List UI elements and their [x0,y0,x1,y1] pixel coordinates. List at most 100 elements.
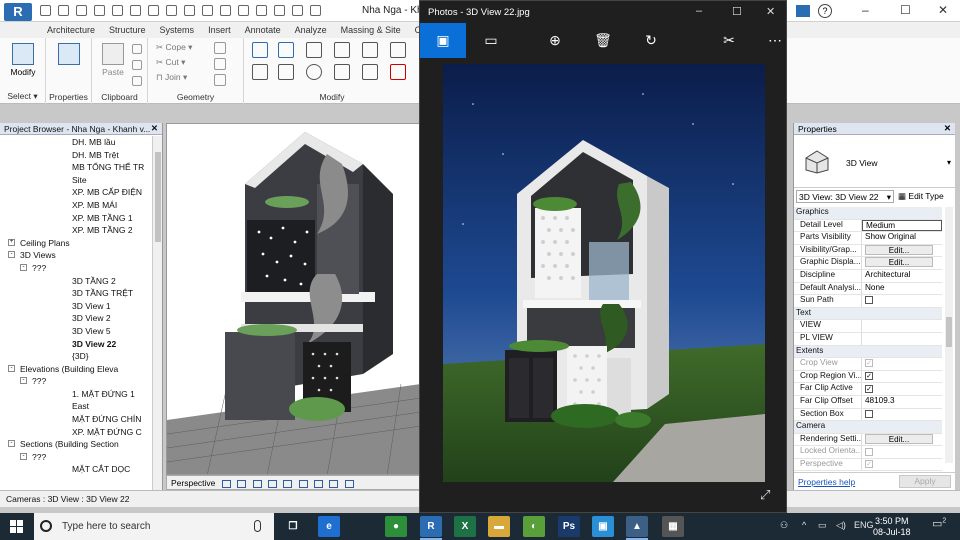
property-checkbox[interactable] [865,372,873,381]
reveal-hidden-icon[interactable] [344,479,354,488]
render-icon[interactable] [267,479,277,488]
instance-selector[interactable]: 3D View: 3D View 22 ▾ [796,190,894,203]
browser-item[interactable]: Site [0,174,152,187]
crop-icon[interactable] [283,479,293,488]
browser-item[interactable]: -??? [0,451,152,464]
revit-icon[interactable]: R [420,516,442,540]
browser-scrollbar[interactable] [152,136,162,490]
edge-icon[interactable]: e [318,516,340,537]
properties-help-link[interactable]: Properties help [798,477,855,487]
move-icon[interactable] [252,64,268,80]
split-face-icon[interactable] [214,58,226,70]
browser-item[interactable]: MB TỔNG THỂ TR [0,161,152,174]
property-checkbox[interactable] [865,384,873,393]
rendered-image[interactable] [443,64,765,482]
browser-item[interactable]: -??? [0,262,152,275]
property-checkbox[interactable] [865,409,873,418]
tab-analyze[interactable]: Analyze [288,22,334,38]
chrome-icon[interactable]: ● [385,516,407,537]
close-browser-icon[interactable]: ✕ [151,123,158,134]
browser-item[interactable]: XP. MB CẤP ĐIỆN [0,186,152,199]
browser-item[interactable]: 3D View 22 [0,338,152,351]
revit-app-icon[interactable]: R [4,3,32,21]
property-checkbox-cell[interactable] [862,295,942,307]
section-icon[interactable] [238,5,249,16]
property-value[interactable]: Show Original [862,232,942,244]
revit-3d-viewport[interactable] [166,123,420,475]
undo-icon[interactable] [94,5,105,16]
dimension-icon[interactable] [166,5,177,16]
cope-button[interactable]: ✂ Cope ▾ [156,42,192,53]
switch-windows-icon[interactable] [292,5,303,16]
wall-joins-icon[interactable] [214,42,226,54]
apply-button[interactable]: Apply [899,475,951,488]
select-group-label[interactable]: Select ▾ [0,91,45,102]
rotate-icon[interactable]: ↻ [628,23,674,58]
close-hidden-icon[interactable] [274,5,285,16]
split-icon[interactable] [362,42,378,58]
print-icon[interactable] [130,5,141,16]
hide-crop-icon[interactable] [298,479,308,488]
redo-icon[interactable] [112,5,123,16]
property-value[interactable] [862,333,942,345]
browser-item[interactable]: MẶT ĐỨNG CHÍN [0,413,152,426]
photos-maximize-icon[interactable]: ☐ [732,5,742,18]
temp-hide-icon[interactable] [329,479,339,488]
properties-scroll-thumb[interactable] [946,317,952,347]
explorer-icon[interactable]: ▬ [488,516,510,537]
property-edit-button[interactable]: Edit... [862,433,942,446]
property-section[interactable]: Camera [794,421,942,434]
browser-item[interactable]: 1. MẶT ĐỨNG 1 [0,388,152,401]
language-indicator[interactable]: ENG [854,520,874,530]
browser-item[interactable]: 3D View 2 [0,312,152,325]
browser-item[interactable]: - Elevations (Building Eleva [0,363,152,376]
photos-minimize-icon[interactable]: – [696,5,702,17]
network-icon[interactable]: ▭ [818,520,827,531]
browser-item[interactable]: XP. MB TẦNG 2 [0,224,152,237]
sync-icon[interactable] [76,5,87,16]
tab-systems[interactable]: Systems [153,22,202,38]
people-icon[interactable]: ⚇ [780,520,788,531]
more-icon[interactable]: ⋯ [752,23,798,58]
collapse-icon[interactable]: - [20,377,27,385]
pin-icon[interactable] [390,42,406,58]
property-edit-button[interactable]: Edit... [862,257,942,269]
clock[interactable]: 3:50 PM 08-Jul-18 [873,516,911,538]
browser-item[interactable]: 3D View 5 [0,325,152,338]
paint-icon[interactable] [214,74,226,86]
property-value[interactable] [862,320,942,332]
tab-insert[interactable]: Insert [201,22,238,38]
calculator-icon[interactable]: ▦ [662,516,684,537]
tag-icon[interactable] [184,5,195,16]
photos-icon[interactable]: ▲ [626,516,648,540]
thin-lines-icon[interactable] [256,5,267,16]
properties-button[interactable] [52,41,86,85]
browser-item[interactable]: DH. MB Trệt [0,149,152,162]
array-icon[interactable] [362,64,378,80]
property-checkbox-cell[interactable] [862,371,942,383]
browser-item[interactable]: -??? [0,375,152,388]
edit-type-button[interactable]: ▦ Edit Type [898,191,944,202]
trim-icon[interactable] [334,64,350,80]
expand-icon[interactable]: + [8,238,15,246]
join-button[interactable]: ⊓ Join ▾ [156,72,187,83]
fullscreen-icon[interactable]: ⤢ [760,487,770,503]
photoshop-icon[interactable]: Ps [558,516,580,537]
browser-item[interactable]: + Ceiling Plans [0,237,152,250]
maximize-icon[interactable]: ☐ [900,3,911,17]
cut-button[interactable]: ✂ Cut ▾ [156,57,185,68]
visual-style-icon[interactable] [221,479,231,488]
property-edit-button[interactable]: Edit... [862,244,942,257]
cut-clipboard-icon[interactable] [132,44,142,54]
browser-item[interactable]: {3D} [0,350,152,363]
property-checkbox[interactable] [865,296,873,305]
browser-item[interactable]: 3D TẦNG 2 [0,275,152,288]
property-value[interactable]: Architectural [862,270,942,282]
property-value[interactable]: 48109.3 [862,396,942,408]
property-section[interactable]: Text [794,307,942,321]
offset-icon[interactable] [278,42,294,58]
collapse-icon[interactable]: - [8,440,15,448]
mirror-pick-icon[interactable] [306,42,322,58]
start-button[interactable] [0,513,34,540]
customize-qat-icon[interactable] [310,5,321,16]
